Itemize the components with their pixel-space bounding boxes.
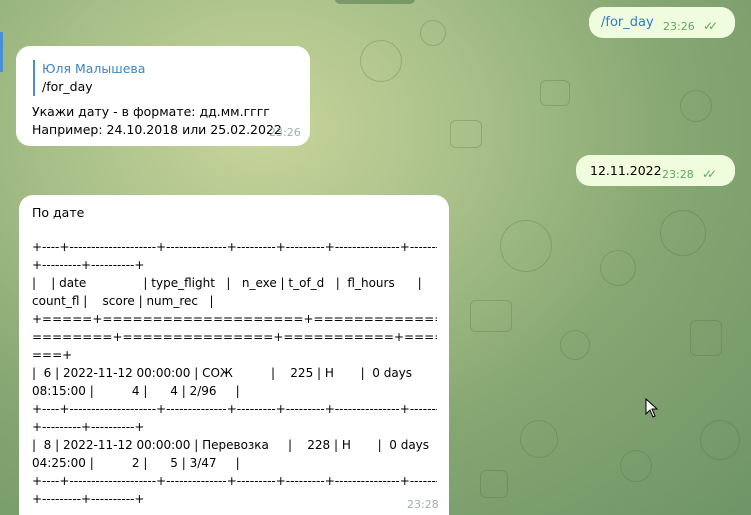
message-line: Например: 24.10.2018 или 25.02.2022 bbox=[32, 122, 282, 137]
mouse-cursor-icon bbox=[645, 398, 659, 418]
table-line: +=====+====================+============… bbox=[32, 312, 437, 326]
doodle-pattern bbox=[700, 420, 740, 460]
message-title: По дате bbox=[32, 205, 85, 220]
incoming-message-result[interactable]: По дате +----+--------------------+-----… bbox=[19, 195, 449, 515]
date-pill bbox=[335, 0, 415, 4]
message-time: 23:28 bbox=[662, 168, 694, 181]
quote-text: /for_day bbox=[42, 79, 93, 94]
table-line: +---------+----------+ bbox=[32, 258, 145, 272]
doodle-pattern bbox=[660, 210, 706, 256]
table-line: | 8 | 2022-11-12 00:00:00 | Перевозка | … bbox=[32, 438, 430, 452]
table-line: ========+===============+===========+===… bbox=[32, 330, 437, 344]
text-table: +----+--------------------+-------------… bbox=[32, 238, 437, 508]
message-time: 23:26 bbox=[663, 20, 695, 33]
table-line: +---------+----------+ bbox=[32, 420, 145, 434]
doodle-pattern bbox=[620, 450, 652, 482]
table-line: +----+--------------------+-------------… bbox=[32, 474, 437, 488]
doodle-pattern bbox=[560, 330, 590, 360]
table-line: 04:25:00 | 2 | 5 | 3/47 | bbox=[32, 456, 240, 470]
doodle-pattern bbox=[600, 250, 636, 286]
incoming-message-prompt[interactable]: Юля Малышева /for_day Укажи дату - в фор… bbox=[16, 46, 310, 146]
double-check-icon: ✓✓ bbox=[702, 167, 717, 181]
message-time: 23:28 bbox=[407, 498, 439, 511]
table-line: 08:15:00 | 4 | 4 | 2/96 | bbox=[32, 384, 240, 398]
doodle-pattern bbox=[500, 220, 552, 272]
doodle-pattern bbox=[470, 300, 512, 332]
outgoing-message-command[interactable]: /for_day 23:26 ✓✓ bbox=[589, 7, 735, 38]
table-line: | 6 | 2022-11-12 00:00:00 | СОЖ | 225 | … bbox=[32, 366, 413, 380]
doodle-pattern bbox=[520, 420, 558, 458]
message-line: Укажи дату - в формате: дд.мм.гггг bbox=[32, 104, 270, 119]
doodle-pattern bbox=[360, 40, 402, 82]
message-text: 12.11.2022 bbox=[590, 163, 662, 178]
message-time: 23:26 bbox=[269, 126, 301, 139]
double-check-icon: ✓✓ bbox=[703, 19, 718, 33]
chat-list-edge bbox=[0, 32, 3, 72]
doodle-pattern bbox=[480, 470, 508, 498]
table-line: ===+ bbox=[32, 348, 73, 362]
doodle-pattern bbox=[680, 90, 712, 122]
table-line: +---------+----------+ bbox=[32, 492, 145, 506]
table-line: count_fl | score | num_rec | bbox=[32, 294, 214, 308]
command-link[interactable]: /for_day bbox=[601, 15, 654, 30]
reply-quote[interactable]: Юля Малышева /for_day bbox=[33, 60, 145, 96]
outgoing-message-date[interactable]: 12.11.2022 23:28 ✓✓ bbox=[576, 155, 735, 186]
table-line: +----+--------------------+-------------… bbox=[32, 402, 437, 416]
doodle-pattern bbox=[690, 320, 722, 356]
doodle-pattern bbox=[540, 80, 570, 106]
table-line: +----+--------------------+-------------… bbox=[32, 240, 437, 254]
table-line: | | date | type_flight | n_exe | t_of_d … bbox=[32, 276, 422, 290]
doodle-pattern bbox=[420, 20, 446, 46]
quote-author: Юля Малышева bbox=[42, 61, 146, 76]
doodle-pattern bbox=[450, 120, 482, 148]
